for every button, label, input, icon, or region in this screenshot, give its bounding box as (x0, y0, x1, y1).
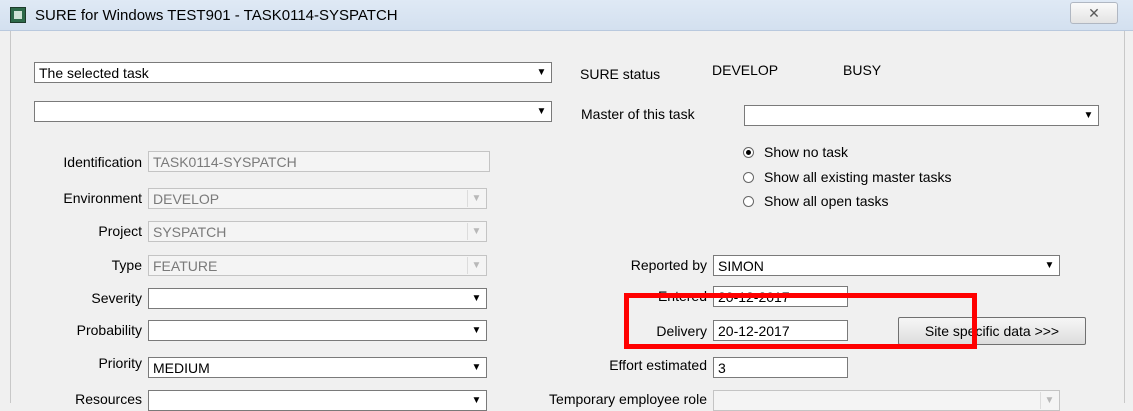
master-task-label: Master of this task (581, 106, 695, 122)
reported-by-label: Reported by (630, 257, 707, 273)
master-task-select[interactable]: ▼ (744, 105, 1099, 126)
temporary-employee-role-select[interactable]: ▼ (713, 390, 1060, 411)
chevron-down-icon[interactable]: ▼ (468, 392, 485, 409)
task-dialog: The selected task ▼ ▼ SURE status DEVELO… (10, 31, 1125, 411)
radio-label: Show all existing master tasks (764, 169, 952, 185)
priority-select[interactable]: MEDIUM ▼ (148, 357, 487, 378)
reported-by-value: SIMON (718, 258, 764, 274)
radio-button-icon[interactable] (743, 146, 754, 158)
effort-estimated-value: 3 (718, 360, 726, 376)
task-selector[interactable]: The selected task ▼ (34, 62, 552, 83)
window-title: SURE for Windows TEST901 - TASK0114-SYSP… (35, 7, 398, 24)
task-selector-value: The selected task (39, 65, 149, 81)
temporary-employee-role-label: Temporary employee role (549, 391, 707, 407)
project-value: SYSPATCH (153, 224, 227, 240)
type-select[interactable]: FEATURE ▼ (148, 255, 487, 276)
radio-button-icon[interactable] (743, 195, 754, 207)
chevron-down-icon: ▼ (467, 190, 485, 207)
close-button[interactable]: ✕ (1070, 2, 1118, 24)
chevron-down-icon: ▼ (1040, 392, 1058, 409)
identification-value: TASK0114-SYSPATCH (153, 154, 297, 170)
annotation-highlight-box (624, 293, 977, 349)
project-label: Project (98, 223, 142, 239)
radio-show-no-task[interactable]: Show no task (743, 144, 848, 160)
chevron-down-icon[interactable]: ▼ (533, 64, 550, 81)
severity-select[interactable]: ▼ (148, 288, 487, 309)
chevron-down-icon[interactable]: ▼ (468, 290, 485, 307)
radio-label: Show no task (764, 144, 849, 160)
reported-by-select[interactable]: SIMON ▼ (713, 255, 1060, 276)
environment-label: Environment (63, 190, 142, 206)
chevron-down-icon: ▼ (467, 223, 485, 240)
app-icon (10, 7, 26, 23)
close-icon: ✕ (1088, 4, 1100, 21)
resources-label: Resources (75, 391, 142, 407)
chevron-down-icon[interactable]: ▼ (533, 103, 550, 120)
priority-label: Priority (98, 355, 142, 371)
radio-label: Show all open tasks (764, 193, 889, 209)
sure-status-label: SURE status (580, 66, 661, 82)
project-select[interactable]: SYSPATCH ▼ (148, 221, 487, 242)
environment-select[interactable]: DEVELOP ▼ (148, 188, 487, 209)
chevron-down-icon[interactable]: ▼ (468, 322, 485, 339)
radio-show-open-tasks[interactable]: Show all open tasks (743, 193, 889, 209)
secondary-selector[interactable]: ▼ (34, 101, 552, 122)
environment-value: DEVELOP (153, 191, 220, 207)
type-label: Type (111, 257, 142, 273)
identification-field: TASK0114-SYSPATCH (148, 151, 490, 172)
chevron-down-icon: ▼ (467, 257, 485, 274)
radio-show-master-tasks[interactable]: Show all existing master tasks (743, 169, 952, 185)
effort-estimated-label: Effort estimated (609, 357, 707, 373)
probability-label: Probability (76, 322, 142, 338)
title-bar: SURE for Windows TEST901 - TASK0114-SYSP… (0, 0, 1133, 31)
chevron-down-icon[interactable]: ▼ (1041, 257, 1058, 274)
resources-select[interactable]: ▼ (148, 390, 487, 411)
sure-status-state: BUSY (843, 62, 882, 78)
chevron-down-icon[interactable]: ▼ (1080, 107, 1097, 124)
identification-label: Identification (63, 154, 142, 170)
priority-value: MEDIUM (153, 360, 210, 376)
effort-estimated-field[interactable]: 3 (713, 357, 848, 378)
sure-status-environment: DEVELOP (712, 62, 779, 78)
severity-label: Severity (91, 290, 142, 306)
probability-select[interactable]: ▼ (148, 320, 487, 341)
radio-button-icon[interactable] (743, 171, 754, 183)
type-value: FEATURE (153, 258, 218, 274)
chevron-down-icon[interactable]: ▼ (468, 359, 485, 376)
